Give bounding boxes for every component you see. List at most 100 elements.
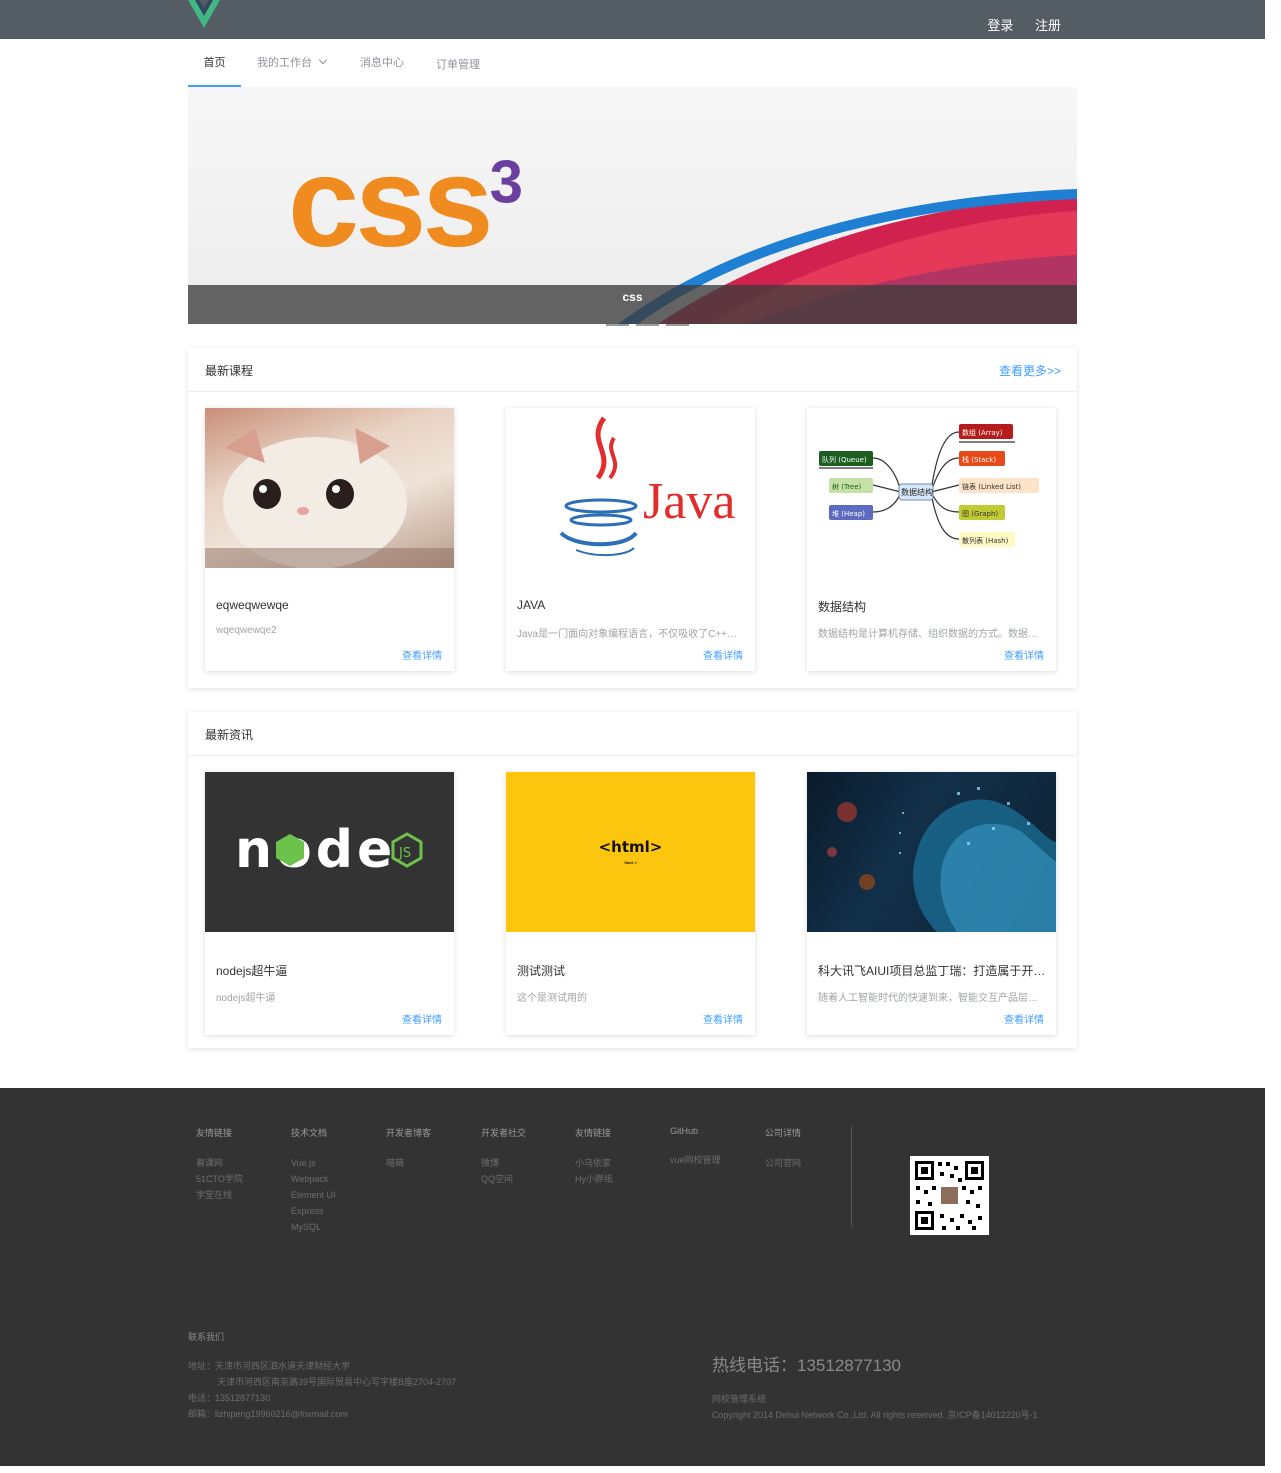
course-image-datastructure: 数据结构 数组 (Array) 栈 (Stack) 队列 (Queue) 链表 … xyxy=(807,408,1056,568)
mindmap-node-queue: 队列 (Queue) xyxy=(822,455,867,464)
html-image-subtext: Start > xyxy=(624,860,637,865)
contact-title: 联系我们 xyxy=(188,1332,225,1342)
footer-link[interactable]: 学堂在线 xyxy=(196,1187,243,1203)
carousel-indicator-3[interactable] xyxy=(636,324,659,326)
news-detail-link[interactable]: 查看详情 xyxy=(703,1011,743,1026)
tab-workbench[interactable]: 我的工作台 xyxy=(257,39,328,87)
tab-messages[interactable]: 消息中心 xyxy=(360,39,404,87)
mindmap-node-hash: 散列表 (Hash) xyxy=(962,536,1009,545)
node-image-text: node xyxy=(235,820,396,880)
course-title: eqweqwewqe xyxy=(216,598,289,612)
footer-link[interactable]: Element UI xyxy=(291,1187,336,1203)
tab-messages-label: 消息中心 xyxy=(360,57,404,69)
footer-column-title: 开发者社交 xyxy=(481,1128,527,1138)
tab-orders-label: 订单管理 xyxy=(436,59,480,71)
courses-more-link[interactable]: 查看更多>> xyxy=(999,362,1061,379)
footer-column-title: 技术文档 xyxy=(291,1128,328,1138)
footer-link[interactable]: 公司官网 xyxy=(765,1155,801,1171)
news-card[interactable]: node JS nodejs超牛逼 nodejs超牛逼 查看详情 xyxy=(205,772,454,1035)
email-value[interactable]: lizhipeng19960216@foxmail.com xyxy=(215,1409,348,1419)
courses-header: 最新课程 查看更多>> xyxy=(188,348,1077,392)
mindmap-node-tree: 树 (Tree) xyxy=(832,482,862,491)
mindmap-node-linkedlist: 链表 (Linked List) xyxy=(962,482,1021,491)
news-card-desc: nodejs超牛逼 xyxy=(216,993,276,1004)
footer-column-title: GitHub xyxy=(670,1126,699,1136)
contact-phone: 电话：13512877130 xyxy=(188,1391,270,1404)
course-detail-link[interactable]: 查看详情 xyxy=(1004,647,1044,662)
news-image-ai xyxy=(807,772,1056,932)
news-title: 最新资讯 xyxy=(205,728,254,742)
carousel-indicator-2[interactable] xyxy=(606,324,629,326)
auth-links: 登录 注册 xyxy=(969,15,1061,34)
login-link[interactable]: 登录 xyxy=(987,18,1013,33)
footer-link[interactable]: 微博 xyxy=(481,1155,526,1171)
news-image-html: <html> Start > xyxy=(506,772,755,932)
footer-link[interactable]: MySQL xyxy=(291,1219,336,1235)
news-header: 最新资讯 xyxy=(188,712,1077,756)
qr-code-icon xyxy=(910,1156,989,1235)
footer-column: 开发者社交 微博 QQ空间 xyxy=(481,1126,526,1187)
news-image-node: node JS xyxy=(205,772,454,932)
course-card[interactable]: eqweqwewqe wqeqwewqe2 查看详情 xyxy=(205,408,454,671)
address-line-2: 天津市河西区南京路39号国际贸易中心写字楼B座2704-2707 xyxy=(217,1377,457,1387)
footer-link[interactable]: 51CTO学院 xyxy=(196,1171,243,1187)
footer-column: 技术文档 Vue.js Webpack Element UI Express M… xyxy=(291,1126,336,1235)
news-detail-link[interactable]: 查看详情 xyxy=(1004,1011,1044,1026)
banner-carousel[interactable]: css3 xyxy=(188,87,1077,324)
course-detail-link[interactable]: 查看详情 xyxy=(402,647,442,662)
footer-link[interactable]: vue网校管理 xyxy=(670,1152,721,1168)
footer-link[interactable]: Hy小胖纸 xyxy=(575,1171,613,1187)
tab-workbench-label: 我的工作台 xyxy=(257,57,312,69)
footer-column: 公司详情 公司官网 xyxy=(765,1126,801,1171)
news-card-title: 科大讯飞AIUI项目总监丁瑞：打造属于开发者的人工智能平台 xyxy=(818,964,1046,978)
news-card[interactable]: <html> Start > 测试测试 这个是测试用的 查看详情 xyxy=(506,772,755,1035)
mindmap-node-heap: 堆 (Heap) xyxy=(832,509,865,518)
main-nav: 首页 我的工作台 消息中心 订单管理 xyxy=(188,39,1077,87)
footer-column: 友情链接 慕课网 51CTO学院 学堂在线 xyxy=(196,1126,243,1203)
footer-link[interactable]: 慕课网 xyxy=(196,1155,243,1171)
copyright: Copyright 2014 Dehui Network Co.,Ltd. Al… xyxy=(712,1410,1038,1420)
course-desc: 数据结构是计算机存储、组织数据的方式。数据结构是指相互之间 xyxy=(818,629,1046,640)
news-card[interactable]: 科大讯飞AIUI项目总监丁瑞：打造属于开发者的人工智能平台 随着人工智能时代的快… xyxy=(807,772,1056,1035)
news-detail-link[interactable]: 查看详情 xyxy=(402,1011,442,1026)
vue-logo-icon[interactable] xyxy=(188,0,220,30)
register-link[interactable]: 注册 xyxy=(1035,18,1061,33)
courses-section: 最新课程 查看更多>> eqweqwewqe wqeqwewqe2 查看详情 J… xyxy=(188,348,1077,688)
course-desc: wqeqwewqe2 xyxy=(216,625,277,636)
course-desc: Java是一门面向对象编程语言，不仅吸收了C++语言的各种优点 xyxy=(517,629,745,640)
footer-link[interactable]: 喵萌 xyxy=(386,1155,431,1171)
course-card[interactable]: Java JAVA Java是一门面向对象编程语言，不仅吸收了C++语言的各种优… xyxy=(506,408,755,671)
mindmap-node-stack: 栈 (Stack) xyxy=(962,455,996,464)
hotline: 热线电话：13512877130 xyxy=(712,1356,902,1375)
footer-link[interactable]: QQ空间 xyxy=(481,1171,526,1187)
tab-home[interactable]: 首页 xyxy=(188,39,241,87)
footer-link[interactable]: Vue.js xyxy=(291,1155,336,1171)
mindmap-center-label: 数据结构 xyxy=(901,487,933,497)
course-detail-link[interactable]: 查看详情 xyxy=(703,647,743,662)
tab-orders[interactable]: 订单管理 xyxy=(436,41,480,89)
contact-email: 邮箱：lizhipeng19960216@foxmail.com xyxy=(188,1407,348,1420)
footer-column: GitHub vue网校管理 xyxy=(670,1126,721,1168)
js-mark-text: JS xyxy=(398,846,411,861)
footer-column-title: 开发者博客 xyxy=(386,1128,432,1138)
courses-title: 最新课程 xyxy=(205,364,254,378)
phone-value: 13512877130 xyxy=(215,1393,271,1403)
ai-head-graphic xyxy=(827,787,1056,932)
address-line-1: 天津市河西区泗水道天津财经大学 xyxy=(215,1361,351,1371)
footer-link[interactable]: Webpack xyxy=(291,1171,336,1187)
course-card[interactable]: 数据结构 数组 (Array) 栈 (Stack) 队列 (Queue) 链表 … xyxy=(807,408,1056,671)
news-card-title: 测试测试 xyxy=(517,964,566,978)
footer-link[interactable]: 小乌依家 xyxy=(575,1155,613,1171)
footer-divider xyxy=(851,1126,852,1227)
footer-link[interactable]: Express xyxy=(291,1203,336,1219)
carousel-indicator-1[interactable] xyxy=(576,324,599,326)
data-structure-mindmap: 数据结构 数组 (Array) 栈 (Stack) 队列 (Queue) 链表 … xyxy=(819,424,1039,547)
java-image-text: Java xyxy=(643,473,735,530)
tab-home-label: 首页 xyxy=(203,57,226,69)
course-title: 数据结构 xyxy=(818,600,867,614)
news-card-title: nodejs超牛逼 xyxy=(216,964,288,978)
mindmap-node-array: 数组 (Array) xyxy=(962,428,1003,437)
system-name: 网校管理系统 xyxy=(712,1394,767,1404)
news-card-desc: 随着人工智能时代的快速到来，智能交互产品层出不穷 xyxy=(818,993,1046,1004)
carousel-indicator-4[interactable] xyxy=(666,324,689,326)
